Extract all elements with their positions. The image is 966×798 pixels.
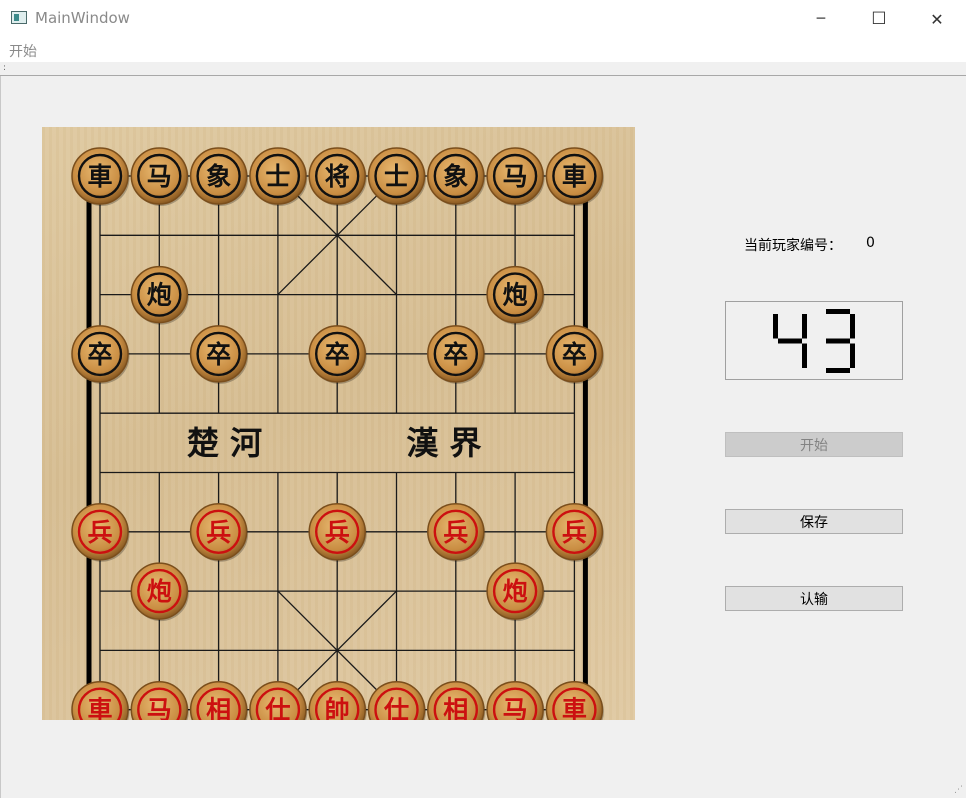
- red-piece[interactable]: 兵: [427, 503, 486, 562]
- red-piece[interactable]: 相: [189, 680, 249, 720]
- app-window-icon: [11, 11, 27, 24]
- start-button[interactable]: 开始: [725, 432, 903, 457]
- red-piece[interactable]: 兵: [71, 503, 130, 562]
- piece-label: 马: [503, 162, 528, 191]
- black-piece[interactable]: 車: [545, 147, 604, 206]
- minimize-icon: ─: [816, 11, 826, 27]
- red-piece[interactable]: 马: [486, 680, 545, 720]
- lcd-segment: [850, 314, 855, 339]
- close-icon: ✕: [930, 9, 944, 29]
- red-piece[interactable]: 車: [71, 680, 130, 720]
- piece-label: 卒: [443, 340, 468, 369]
- piece-label: 兵: [325, 518, 350, 547]
- river-text-left: 楚 河: [187, 424, 262, 462]
- piece-label: 卒: [87, 340, 112, 369]
- lcd-segment: [773, 314, 778, 339]
- lcd-segment: [778, 338, 802, 344]
- piece-label: 卒: [206, 340, 231, 369]
- black-piece[interactable]: 马: [130, 147, 189, 206]
- black-piece[interactable]: 卒: [545, 325, 604, 384]
- lcd-digits: [773, 309, 855, 373]
- minimize-button[interactable]: ─: [792, 0, 850, 38]
- black-piece[interactable]: 卒: [308, 325, 367, 384]
- black-piece[interactable]: 将: [308, 147, 367, 206]
- piece-label: 象: [443, 162, 468, 191]
- piece-label: 炮: [503, 281, 528, 310]
- piece-label: 兵: [87, 518, 112, 547]
- red-piece[interactable]: 相: [427, 680, 486, 720]
- red-piece[interactable]: 炮: [130, 562, 189, 622]
- board-canvas[interactable]: 楚 河漢 界車马象士将士象马車炮 炮卒卒卒卒卒兵兵兵兵兵炮 炮車马相仕帥仕相马車: [42, 127, 635, 720]
- chess-board[interactable]: 楚 河漢 界車马象士将士象马車炮炮卒卒卒卒卒兵兵兵兵兵炮炮車马相仕帥仕相马車: [42, 127, 635, 720]
- piece-label: 帥: [325, 696, 350, 720]
- red-piece[interactable]: 兵: [189, 503, 249, 562]
- piece-label: 炮: [147, 281, 172, 310]
- piece-label: 車: [562, 162, 587, 191]
- black-piece[interactable]: 士: [249, 147, 308, 206]
- resign-button[interactable]: 认输: [725, 586, 903, 611]
- black-piece[interactable]: 卒: [189, 325, 249, 384]
- menu-bar: 开始: [0, 38, 966, 62]
- piece-label: 将: [325, 162, 350, 191]
- lcd-segment: [850, 343, 855, 368]
- piece-label: 相: [206, 696, 231, 720]
- red-piece[interactable]: 仕: [249, 680, 308, 720]
- red-piece[interactable]: 帥: [308, 680, 367, 720]
- black-piece[interactable]: 卒: [71, 325, 130, 384]
- toolbar-handle-icon[interactable]: :: [3, 64, 6, 73]
- lcd-segment: [802, 314, 807, 339]
- black-piece[interactable]: 象: [189, 147, 249, 206]
- piece-label: 马: [503, 696, 528, 720]
- river-text-right: 漢 界: [406, 424, 481, 462]
- current-player-label: 当前玩家编号：: [744, 238, 842, 254]
- piece-label: 仕: [383, 696, 409, 720]
- toolbar: :: [0, 62, 966, 76]
- piece-label: 象: [206, 162, 231, 191]
- piece-label: 炮: [147, 577, 172, 606]
- piece-label: 相: [443, 696, 468, 720]
- black-piece[interactable]: 士: [367, 147, 427, 206]
- red-piece[interactable]: 炮: [486, 562, 545, 622]
- black-piece[interactable]: 象: [427, 147, 486, 206]
- countdown-lcd: [725, 301, 903, 380]
- lcd-segment: [826, 338, 850, 344]
- piece-label: 車: [87, 162, 112, 191]
- maximize-icon: ☐: [871, 9, 887, 29]
- red-piece[interactable]: 仕: [367, 680, 427, 720]
- maximize-button[interactable]: ☐: [850, 0, 908, 38]
- piece-label: 士: [265, 162, 290, 191]
- red-piece[interactable]: 兵: [308, 503, 367, 562]
- piece-label: 仕: [264, 696, 290, 720]
- piece-label: 兵: [443, 518, 468, 547]
- piece-label: 马: [147, 162, 172, 191]
- window-title: MainWindow: [35, 9, 130, 27]
- black-piece[interactable]: 炮: [486, 265, 545, 325]
- piece-label: 兵: [206, 518, 231, 547]
- piece-label: 車: [87, 696, 112, 720]
- piece-label: 马: [147, 696, 172, 720]
- title-bar: MainWindow ─ ☐ ✕: [0, 0, 966, 38]
- piece-label: 士: [384, 162, 409, 191]
- red-piece[interactable]: 兵: [545, 503, 604, 562]
- resize-grip-icon[interactable]: ⋰: [954, 786, 963, 795]
- red-piece[interactable]: 車: [545, 680, 604, 720]
- menu-start[interactable]: 开始: [9, 41, 37, 61]
- save-button[interactable]: 保存: [725, 509, 903, 534]
- piece-label: 炮: [503, 577, 528, 606]
- current-player-value: 0: [866, 235, 875, 251]
- close-button[interactable]: ✕: [908, 0, 966, 38]
- red-piece[interactable]: 马: [130, 680, 189, 720]
- piece-label: 兵: [562, 518, 587, 547]
- lcd-segment: [826, 309, 850, 314]
- lcd-segment: [826, 368, 850, 373]
- piece-label: 卒: [562, 340, 587, 369]
- piece-label: 卒: [325, 340, 350, 369]
- piece-label: 車: [562, 696, 587, 720]
- black-piece[interactable]: 卒: [427, 325, 486, 384]
- black-piece[interactable]: 马: [486, 147, 545, 206]
- lcd-segment: [802, 343, 807, 368]
- black-piece[interactable]: 車: [71, 147, 130, 206]
- black-piece[interactable]: 炮: [130, 265, 189, 325]
